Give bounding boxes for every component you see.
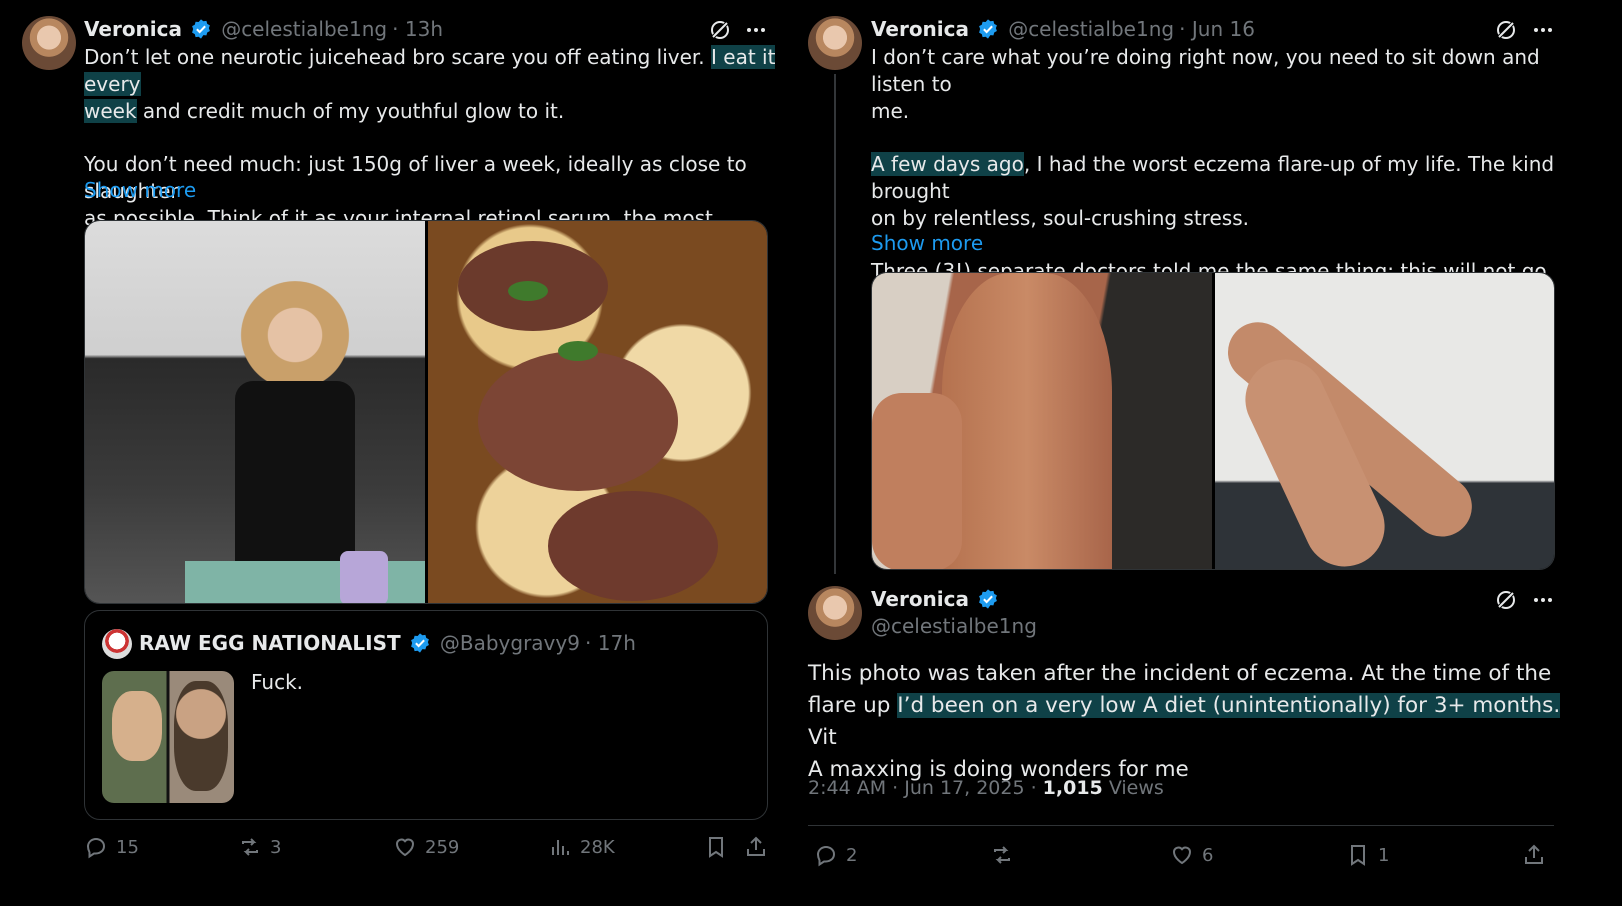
grok-icon[interactable] xyxy=(1494,18,1518,42)
verified-badge-icon xyxy=(979,19,997,39)
quote-timestamp[interactable]: · 17h xyxy=(585,631,636,655)
more-options-icon[interactable] xyxy=(1531,18,1555,42)
author-handle[interactable]: @celestialbe1ng xyxy=(221,17,387,41)
quote-author-handle[interactable]: @Babygravy9 xyxy=(440,631,580,655)
left-tweet: Veronica @celestialbe1ng · 13h Don’t let… xyxy=(0,0,800,906)
kitchen-photo[interactable] xyxy=(85,221,425,603)
tweet-text: Don’t let one neurotic juicehead bro sca… xyxy=(84,44,784,232)
repost-button[interactable] xyxy=(990,843,1022,867)
verified-badge-icon xyxy=(192,19,210,39)
quoted-tweet[interactable]: RAW EGG NATIONALIST @Babygravy9 · 17h Fu… xyxy=(84,610,768,820)
reply-meta: 2:44 AM · Jun 17, 2025 · 1,015 Views xyxy=(808,774,1164,802)
repost-button[interactable]: 3 xyxy=(238,835,281,859)
show-more-link[interactable]: Show more xyxy=(871,231,983,255)
like-count: 259 xyxy=(425,836,460,858)
share-button[interactable] xyxy=(744,835,768,859)
views-count: 28K xyxy=(580,836,615,858)
author-handle[interactable]: @celestialbe1ng xyxy=(1008,17,1174,41)
tweet-text-line: on by relentless, soul-crushing stress. xyxy=(871,206,1249,230)
author-name[interactable]: Veronica xyxy=(84,17,182,41)
bookmark-button[interactable] xyxy=(704,835,728,859)
reply-text-span: flare up xyxy=(808,693,898,718)
reply-button[interactable]: 2 xyxy=(814,843,857,867)
quote-author-name[interactable]: RAW EGG NATIONALIST xyxy=(139,631,401,655)
heart-icon xyxy=(1172,846,1192,865)
reply-timestamp[interactable]: 2:44 AM · Jun 17, 2025 · xyxy=(808,777,1043,799)
liver-photo[interactable] xyxy=(428,221,767,603)
more-options-icon[interactable] xyxy=(744,18,768,42)
author-handle[interactable]: @celestialbe1ng xyxy=(871,612,1037,640)
reply-icon xyxy=(86,837,106,859)
reply-icon xyxy=(816,845,836,867)
verified-badge-icon xyxy=(979,589,997,609)
bookmark-icon xyxy=(1351,845,1365,866)
reply-header-name: Veronica xyxy=(871,585,1003,615)
repost-count: 3 xyxy=(270,836,282,858)
share-icon xyxy=(747,836,765,856)
author-name[interactable]: Veronica xyxy=(871,587,969,611)
bookmark-button[interactable]: 1 xyxy=(1346,843,1389,867)
tweet-header: Veronica @celestialbe1ng · Jun 16 xyxy=(871,15,1255,45)
tweet-text-span: and credit much of my youthful glow to i… xyxy=(136,99,565,123)
like-button[interactable]: 259 xyxy=(393,835,459,859)
reply-button[interactable]: 15 xyxy=(84,835,139,859)
highlight: I’d been on a very low A diet (unintenti… xyxy=(897,693,1561,718)
bookmark-icon xyxy=(709,837,723,858)
legs-photo[interactable] xyxy=(1215,273,1554,569)
bookmark-count: 1 xyxy=(1378,844,1390,866)
like-count: 6 xyxy=(1202,844,1214,866)
reply-text-span: Vit xyxy=(808,725,837,750)
reply-text: This photo was taken after the incident … xyxy=(808,658,1568,786)
tweet-text-line: me. xyxy=(871,99,910,123)
repost-icon xyxy=(994,846,1010,864)
verified-badge-icon xyxy=(410,633,429,653)
tweet-text-line: I don’t care what you’re doing right now… xyxy=(871,45,1540,96)
grok-icon[interactable] xyxy=(1494,588,1518,612)
tweet-media[interactable] xyxy=(871,272,1555,570)
thread-connector xyxy=(834,74,836,574)
tweet-header: Veronica @celestialbe1ng · 13h xyxy=(84,15,443,45)
views-button[interactable]: 28K xyxy=(548,835,615,859)
highlight: week xyxy=(84,99,137,123)
reply-count: 2 xyxy=(846,844,858,866)
repost-icon xyxy=(242,838,258,856)
show-more-link[interactable]: Show more xyxy=(84,178,196,202)
more-options-icon[interactable] xyxy=(1531,588,1555,612)
reply-views-count: 1,015 xyxy=(1042,777,1103,799)
quote-text: Fuck. xyxy=(251,670,304,694)
author-name[interactable]: Veronica xyxy=(871,17,969,41)
avatar[interactable] xyxy=(808,586,862,640)
like-button[interactable]: 6 xyxy=(1170,843,1213,867)
avatar[interactable] xyxy=(22,16,76,70)
highlight: A few days ago xyxy=(871,152,1024,176)
views-icon xyxy=(552,840,569,855)
timestamp[interactable]: · Jun 16 xyxy=(1179,17,1255,41)
timestamp[interactable]: · 13h xyxy=(392,17,443,41)
quote-header: RAW EGG NATIONALIST @Babygravy9 · 17h xyxy=(139,629,636,659)
avatar[interactable] xyxy=(808,16,862,70)
grok-icon[interactable] xyxy=(708,18,732,42)
reply-count: 15 xyxy=(116,836,139,858)
quote-thumbnail[interactable] xyxy=(102,671,234,803)
reply-views-label: Views xyxy=(1102,777,1164,799)
share-icon xyxy=(1525,844,1543,864)
heart-icon xyxy=(395,838,415,857)
right-thread: Veronica @celestialbe1ng · Jun 16 I don’… xyxy=(808,0,1622,906)
share-button[interactable] xyxy=(1522,843,1546,867)
divider xyxy=(808,825,1554,826)
eczema-leg-photo[interactable] xyxy=(872,273,1212,569)
tweet-text-span: Don’t let one neurotic juicehead bro sca… xyxy=(84,45,712,69)
reply-text-line: This photo was taken after the incident … xyxy=(808,661,1552,686)
quote-avatar[interactable] xyxy=(102,629,132,659)
tweet-media[interactable] xyxy=(84,220,768,604)
